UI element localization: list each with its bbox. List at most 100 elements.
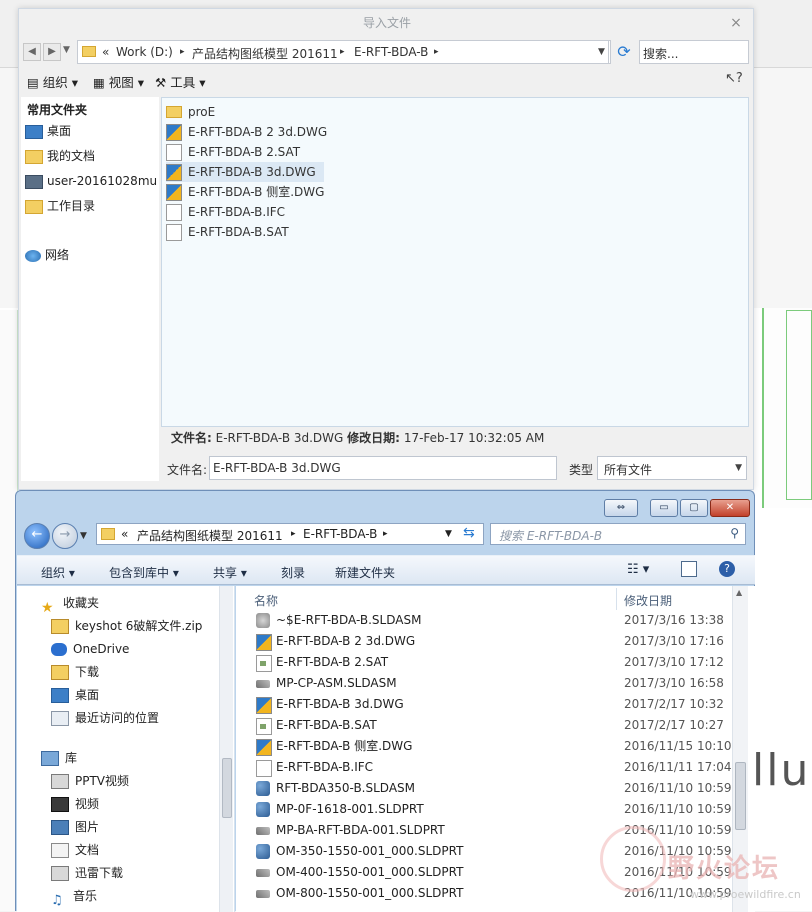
nav-item-onedrive[interactable]: OneDrive xyxy=(51,638,129,660)
help-icon[interactable]: ? xyxy=(719,561,735,577)
column-separator[interactable] xyxy=(616,588,617,610)
nav-library[interactable]: 库 xyxy=(41,747,77,769)
nav-item-thunder[interactable]: 迅雷下载 xyxy=(51,862,123,884)
nav-item-downloads[interactable]: 下载 xyxy=(51,661,99,683)
help-pointer-icon[interactable]: ↖? xyxy=(725,71,743,86)
search-input[interactable]: 搜索... xyxy=(639,40,749,64)
refresh-icon[interactable]: ⟳ xyxy=(613,42,635,62)
file-name: E-RFT-BDA-B 2 3d.DWG xyxy=(276,634,416,648)
common-folder-documents[interactable]: 我的文档 xyxy=(25,146,95,166)
address-dropdown-icon[interactable]: ▼ xyxy=(595,40,609,64)
file-date: 2016/11/10 10:59 xyxy=(624,802,732,816)
picture-icon xyxy=(51,820,69,835)
nav-item-keyshot[interactable]: keyshot 6破解文件.zip xyxy=(51,615,202,637)
table-row[interactable]: E-RFT-BDA-B 侧室.DWG 2016/11/15 10:10 xyxy=(256,736,736,757)
new-folder-button[interactable]: 新建文件夹 xyxy=(335,564,395,581)
nav-label: 迅雷下载 xyxy=(75,866,124,880)
back-button[interactable]: ← xyxy=(24,523,50,549)
table-row[interactable]: E-RFT-BDA-B 2.SAT 2017/3/10 17:12 xyxy=(256,652,736,673)
refresh-icon[interactable]: ⇆ xyxy=(463,525,475,541)
close-icon[interactable]: ✕ xyxy=(710,499,750,517)
forward-arrow-icon[interactable]: ▶ xyxy=(43,43,61,61)
common-folder-computer[interactable]: user-20161028mu xyxy=(25,171,157,191)
include-in-library-button[interactable]: 包含到库中 ▾ xyxy=(109,564,179,581)
view-options-icon[interactable]: ☷ ▾ xyxy=(627,562,649,577)
table-row[interactable]: MP-0F-1618-001.SLDPRT 2016/11/10 10:59 xyxy=(256,799,736,820)
file-item[interactable]: E-RFT-BDA-B 2.SAT xyxy=(166,142,308,162)
table-row[interactable]: MP-CP-ASM.SLDASM 2017/3/10 16:58 xyxy=(256,673,736,694)
common-folder-working-dir[interactable]: 工作目录 xyxy=(25,196,95,216)
nav-item-documents[interactable]: 文档 xyxy=(51,839,99,861)
address-separator[interactable]: ▸ xyxy=(340,47,345,57)
recent-pages-icon[interactable]: ▼ xyxy=(80,531,87,541)
history-dropdown-icon[interactable]: ▼ xyxy=(63,45,70,55)
file-type-label: 类型 xyxy=(569,463,594,477)
address-bar[interactable]: « Work (D:) ▸ 产品结构图纸模型 201611 ▸ E-RFT-BD… xyxy=(77,40,611,64)
table-row[interactable]: ~$E-RFT-BDA-B.SLDASM 2017/3/16 13:38 xyxy=(256,610,736,631)
address-segment-folder[interactable]: E-RFT-BDA-B xyxy=(303,527,377,541)
file-item[interactable]: proE xyxy=(166,102,223,122)
forward-button[interactable]: → xyxy=(52,523,78,549)
file-item-selected[interactable]: E-RFT-BDA-B 3d.DWG xyxy=(166,162,324,182)
file-item[interactable]: E-RFT-BDA-B 2 3d.DWG xyxy=(166,122,335,142)
nav-pane-scrollbar[interactable] xyxy=(219,586,233,912)
file-name: MP-CP-ASM.SLDASM xyxy=(276,676,397,690)
nav-item-videos[interactable]: 视频 xyxy=(51,793,99,815)
close-icon[interactable]: × xyxy=(727,14,745,32)
maximize-icon[interactable]: ▢ xyxy=(680,499,708,517)
scroll-up-icon[interactable]: ▲ xyxy=(736,588,742,597)
address-segment-drive[interactable]: Work (D:) xyxy=(116,45,173,59)
share-button[interactable]: 共享 ▾ xyxy=(213,564,247,581)
common-folders-pane: 常用文件夹 桌面 我的文档 user-20161028mu 工作目录 网络 xyxy=(21,97,159,481)
nav-item-pptv[interactable]: PPTV视频 xyxy=(51,770,129,792)
views-menu[interactable]: ▦ 视图 ▾ xyxy=(93,72,144,91)
file-type-select[interactable]: 所有文件 ▼ xyxy=(597,456,747,480)
column-header-date[interactable]: 修改日期 xyxy=(624,592,672,609)
doc-file-icon xyxy=(256,760,272,777)
file-item[interactable]: E-RFT-BDA-B.SAT xyxy=(166,222,297,242)
document-file-icon xyxy=(166,144,182,161)
nav-item-recent[interactable]: 最近访问的位置 xyxy=(51,707,159,729)
chevron-down-icon[interactable]: ▼ xyxy=(445,529,452,539)
address-separator[interactable]: ▸ xyxy=(180,47,185,57)
file-name: MP-BA-RFT-BDA-001.SLDPRT xyxy=(276,823,445,837)
tools-menu[interactable]: ⚒ 工具 ▾ xyxy=(155,72,205,91)
file-name: E-RFT-BDA-B.SAT xyxy=(188,225,289,239)
address-segment-project[interactable]: 产品结构图纸模型 201611 xyxy=(192,45,338,62)
table-row[interactable]: E-RFT-BDA-B.IFC 2016/11/11 17:04 xyxy=(256,757,736,778)
address-separator[interactable]: ▸ xyxy=(434,47,439,57)
organize-menu[interactable]: ▤ 组织 ▾ xyxy=(27,72,78,91)
burn-button[interactable]: 刻录 xyxy=(281,564,305,581)
desktop-icon xyxy=(25,124,43,139)
zip-folder-icon xyxy=(51,619,69,634)
preview-pane-icon[interactable] xyxy=(681,561,697,577)
documents-folder-icon xyxy=(25,149,43,164)
nav-item-desktop[interactable]: 桌面 xyxy=(51,684,99,706)
back-arrow-icon[interactable]: ◀ xyxy=(23,43,41,61)
table-row[interactable]: E-RFT-BDA-B 3d.DWG 2017/2/17 10:32 xyxy=(256,694,736,715)
file-item[interactable]: E-RFT-BDA-B.IFC xyxy=(166,202,293,222)
nav-favorites[interactable]: ★ 收藏夹 xyxy=(41,592,99,616)
window-switch-icon[interactable]: ⇔ xyxy=(604,499,638,517)
common-folder-network[interactable]: 网络 xyxy=(25,245,69,265)
common-folder-desktop[interactable]: 桌面 xyxy=(25,121,71,141)
address-separator[interactable]: ▸ xyxy=(383,529,388,539)
table-row[interactable]: RFT-BDA350-B.SLDASM 2016/11/10 10:59 xyxy=(256,778,736,799)
explorer-address-bar[interactable]: « 产品结构图纸模型 201611 ▸ E-RFT-BDA-B ▸ ▼ ⇆ xyxy=(96,523,484,545)
nav-item-pictures[interactable]: 图片 xyxy=(51,816,99,838)
filename-input[interactable]: E-RFT-BDA-B 3d.DWG xyxy=(209,456,557,480)
scrollbar-thumb[interactable] xyxy=(222,758,232,818)
address-segment-folder[interactable]: E-RFT-BDA-B xyxy=(354,45,428,59)
computer-icon xyxy=(25,174,43,189)
file-type-value: 所有文件 xyxy=(604,463,653,477)
nav-item-music[interactable]: ♫ 音乐 xyxy=(51,885,97,908)
address-segment-project[interactable]: 产品结构图纸模型 201611 xyxy=(137,527,283,544)
address-separator[interactable]: ▸ xyxy=(291,529,296,539)
minimize-icon[interactable]: ▭ xyxy=(650,499,678,517)
file-item[interactable]: E-RFT-BDA-B 侧室.DWG xyxy=(166,182,332,202)
organize-button[interactable]: 组织 ▾ xyxy=(41,564,75,581)
explorer-search-input[interactable]: 搜索 E-RFT-BDA-B ⚲ xyxy=(490,523,746,545)
column-header-name[interactable]: 名称 xyxy=(254,592,278,609)
table-row[interactable]: E-RFT-BDA-B 2 3d.DWG 2017/3/10 17:16 xyxy=(256,631,736,652)
table-row[interactable]: E-RFT-BDA-B.SAT 2017/2/17 10:27 xyxy=(256,715,736,736)
